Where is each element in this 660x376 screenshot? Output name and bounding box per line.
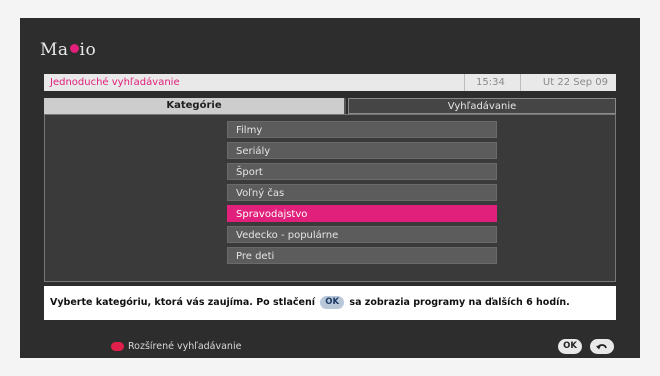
tab-categories[interactable]: Kategórie xyxy=(44,98,346,114)
category-item-volny-cas[interactable]: Voľný čas xyxy=(227,184,497,201)
header-divider xyxy=(464,74,465,91)
help-text: Vyberte kategóriu, ktorá vás zaujíma. Po… xyxy=(44,286,616,320)
category-item-vedecko-popularne[interactable]: Vedecko - populárne xyxy=(227,226,497,243)
category-item-serialy[interactable]: Seriály xyxy=(227,142,497,159)
logo-prefix: Ma xyxy=(40,40,69,60)
logo-dot-icon xyxy=(69,44,79,53)
category-item-filmy[interactable]: Filmy xyxy=(227,121,497,138)
tab-search[interactable]: Vyhľadávanie xyxy=(348,98,616,114)
category-item-pre-deti[interactable]: Pre deti xyxy=(227,247,497,264)
category-item-sport[interactable]: Šport xyxy=(227,163,497,180)
category-item-spravodajstvo[interactable]: Spravodajstvo xyxy=(227,205,497,222)
tv-screen: Ma io Jednoduché vyhľadávanie 15:34 Ut 22… xyxy=(20,18,640,358)
footer-bar: Rozšírené vyhľadávanie OK xyxy=(44,336,616,358)
ok-button[interactable]: OK xyxy=(558,339,582,354)
clock-date: Ut 22 Sep 09 xyxy=(542,77,608,88)
header-bar: Jednoduché vyhľadávanie 15:34 Ut 22 Sep … xyxy=(44,74,616,91)
clock-time: 15:34 xyxy=(476,77,505,88)
back-arrow-icon xyxy=(596,344,607,350)
help-text-before: Vyberte kategóriu, ktorá vás zaujíma. Po… xyxy=(50,297,315,308)
logo-suffix: io xyxy=(79,40,97,60)
magio-logo: Ma io xyxy=(40,40,96,60)
help-text-after: sa zobrazia programy na ďalších 6 hodín. xyxy=(349,297,570,308)
header-divider xyxy=(520,74,521,91)
red-key-icon xyxy=(111,342,124,351)
category-list: Filmy Seriály Šport Voľný čas Spravodajs… xyxy=(227,121,497,268)
back-button[interactable] xyxy=(590,339,614,354)
category-panel: Filmy Seriály Šport Voľný čas Spravodajs… xyxy=(44,114,616,282)
screen-title: Jednoduché vyhľadávanie xyxy=(50,77,180,88)
advanced-search-button[interactable]: Rozšírené vyhľadávanie xyxy=(128,336,241,358)
ok-key-icon: OK xyxy=(320,296,345,309)
tab-bar: Kategórie Vyhľadávanie xyxy=(44,98,616,114)
